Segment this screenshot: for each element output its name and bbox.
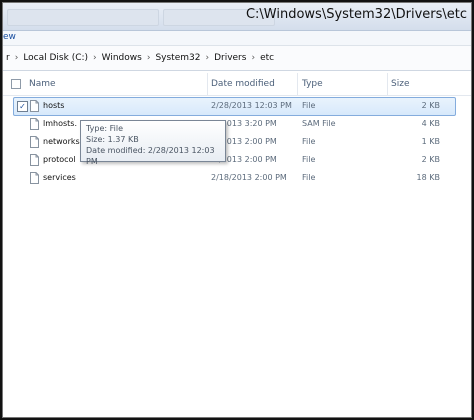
blurred-tab[interactable] (7, 9, 159, 26)
file-size: 1 KB (421, 137, 440, 146)
file-info-tooltip: Type: File Size: 1.37 KB Date modified: … (80, 120, 226, 166)
file-type: File (302, 173, 316, 182)
file-row-services[interactable]: services 2/18/2013 2:00 PM File 18 KB (3, 169, 471, 187)
tooltip-date: Date modified: 2/28/2013 12:03 PM (86, 146, 215, 166)
breadcrumb-drivers[interactable]: Drivers (211, 53, 249, 63)
explorer-window: C:\Windows\System32\Drivers\etc ew r › L… (2, 2, 472, 418)
file-name: networks (43, 137, 80, 146)
document-icon (30, 100, 39, 112)
file-size: 2 KB (421, 155, 440, 164)
file-date: /2013 2:00 PM (219, 155, 277, 164)
checkbox-icon[interactable]: ✓ (17, 101, 28, 112)
chevron-right-icon[interactable]: › (145, 53, 153, 63)
file-row-lmhosts[interactable]: lmhosts. /2013 3:20 PM SAM File 4 KB (3, 115, 471, 133)
address-bar[interactable]: r › Local Disk (C:) › Windows › System32… (3, 46, 471, 71)
breadcrumb-etc[interactable]: etc (257, 53, 277, 63)
column-header-row: Name Date modified Type Size (3, 73, 471, 96)
file-row-protocol[interactable]: protocol /2013 2:00 PM File 2 KB (3, 151, 471, 169)
document-icon (30, 136, 39, 148)
file-size: 18 KB (416, 173, 440, 182)
chevron-right-icon[interactable]: › (13, 53, 21, 63)
column-divider[interactable] (387, 73, 388, 95)
file-name: lmhosts. (43, 119, 77, 128)
column-divider[interactable] (297, 73, 298, 95)
tooltip-size: Size: 1.37 KB (86, 135, 139, 144)
chevron-right-icon[interactable]: › (249, 53, 257, 63)
tooltip-type: Type: File (86, 124, 123, 133)
title-bar: C:\Windows\System32\Drivers\etc (3, 3, 471, 31)
file-name: hosts (43, 101, 65, 110)
file-name: protocol (43, 155, 76, 164)
file-type: SAM File (302, 119, 336, 128)
chevron-right-icon[interactable]: › (203, 53, 211, 63)
file-date: /2013 3:20 PM (219, 119, 277, 128)
column-type-header[interactable]: Type (302, 73, 323, 95)
window-title: C:\Windows\System32\Drivers\etc (245, 7, 467, 22)
menu-bar: ew (3, 31, 471, 46)
file-size: 4 KB (421, 119, 440, 128)
breadcrumb-windows[interactable]: Windows (99, 53, 145, 63)
breadcrumb-leading[interactable]: r (3, 53, 13, 63)
select-all-checkbox[interactable] (11, 79, 21, 89)
breadcrumb-system32[interactable]: System32 (152, 53, 203, 63)
file-type: File (302, 155, 316, 164)
file-type: File (302, 137, 316, 146)
chevron-right-icon[interactable]: › (91, 53, 99, 63)
breadcrumb-local-disk[interactable]: Local Disk (C:) (20, 53, 91, 63)
file-row-hosts[interactable]: ✓ hosts 2/28/2013 12:03 PM File 2 KB (3, 97, 471, 116)
column-name-header[interactable]: Name (29, 73, 56, 95)
file-row-networks[interactable]: networks /2013 2:00 PM File 1 KB (3, 133, 471, 151)
document-icon (30, 172, 39, 184)
document-icon (30, 154, 39, 166)
file-size: 2 KB (421, 101, 440, 110)
file-type: File (302, 101, 316, 110)
column-date-header[interactable]: Date modified (211, 73, 275, 95)
file-date: 2/28/2013 12:03 PM (211, 101, 292, 110)
file-name: services (43, 173, 76, 182)
file-date: /2013 2:00 PM (219, 137, 277, 146)
column-size-header[interactable]: Size (391, 73, 409, 95)
file-date: 2/18/2013 2:00 PM (211, 173, 287, 182)
column-divider[interactable] (207, 73, 208, 95)
menu-view[interactable]: ew (3, 32, 16, 42)
document-icon (30, 118, 39, 130)
